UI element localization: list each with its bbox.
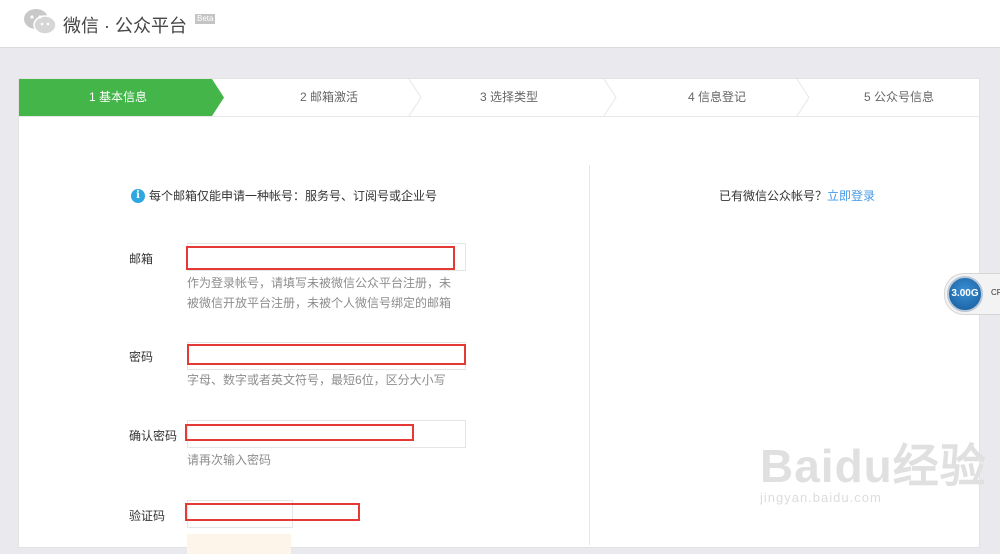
confirm-password-hint: 请再次输入密码 [187, 453, 272, 467]
confirm-password-highlight-box [185, 424, 414, 441]
captcha-highlight-box [185, 503, 360, 521]
email-hint-line-2: 被微信开放平台注册，未被个人微信号绑定的邮箱 [187, 296, 452, 310]
confirm-password-label: 确认密码 [129, 429, 178, 443]
email-hint: 作为登录帐号，请填写未被微信公众平台注册，未 被微信开放平台注册，未被个人微信号… [187, 273, 457, 313]
step-progress-bar: 1 基本信息 2 邮箱激活 3 选择类型 4 信息登记 5 公众号信息 [19, 79, 979, 117]
top-header: 微信 · 公众平台 Beta [0, 0, 1000, 48]
login-link[interactable]: 立即登录 [827, 189, 875, 203]
baidu-watermark: Baidu经验 jingyan.baidu.com [760, 430, 987, 505]
step-5-account-info: 5 公众号信息 [863, 90, 934, 104]
password-label: 密码 [129, 350, 154, 364]
step-4-info-registration: 4 信息登记 [687, 90, 746, 104]
platform-title: 微信 · 公众平台 [63, 16, 187, 36]
step-2-email-activation: 2 邮箱激活 [299, 90, 358, 104]
widget-gauge: 3.00G [947, 276, 983, 312]
email-label: 邮箱 [129, 252, 154, 266]
step-3-select-type: 3 选择类型 [479, 90, 538, 104]
login-prompt-text: 已有微信公众帐号？ [719, 189, 828, 203]
email-highlight-box [186, 246, 455, 270]
watermark-main: Baidu经验 [760, 440, 987, 492]
widget-suffix: CP [991, 288, 1000, 297]
password-highlight-box [187, 344, 466, 365]
wechat-logo-icon [24, 9, 57, 35]
info-icon: i [131, 188, 145, 203]
login-prompt: 已有微信公众帐号？立即登录 [719, 187, 875, 204]
speed-widget[interactable]: 3.00G CP [944, 273, 1000, 315]
beta-badge: Beta [195, 14, 216, 24]
notice-text: 每个邮箱仅能申请一种帐号：服务号、订阅号或企业号 [149, 189, 438, 203]
captcha-label: 验证码 [129, 509, 166, 523]
account-notice: i 每个邮箱仅能申请一种帐号：服务号、订阅号或企业号 [131, 187, 437, 204]
column-divider [589, 165, 590, 545]
step-1-basic-info: 1 基本信息 [88, 90, 147, 104]
email-hint-line-1: 作为登录帐号，请填写未被微信公众平台注册，未 [187, 276, 452, 290]
captcha-image[interactable] [187, 534, 291, 554]
password-hint: 字母、数字或者英文符号，最短6位，区分大小写 [187, 373, 446, 387]
